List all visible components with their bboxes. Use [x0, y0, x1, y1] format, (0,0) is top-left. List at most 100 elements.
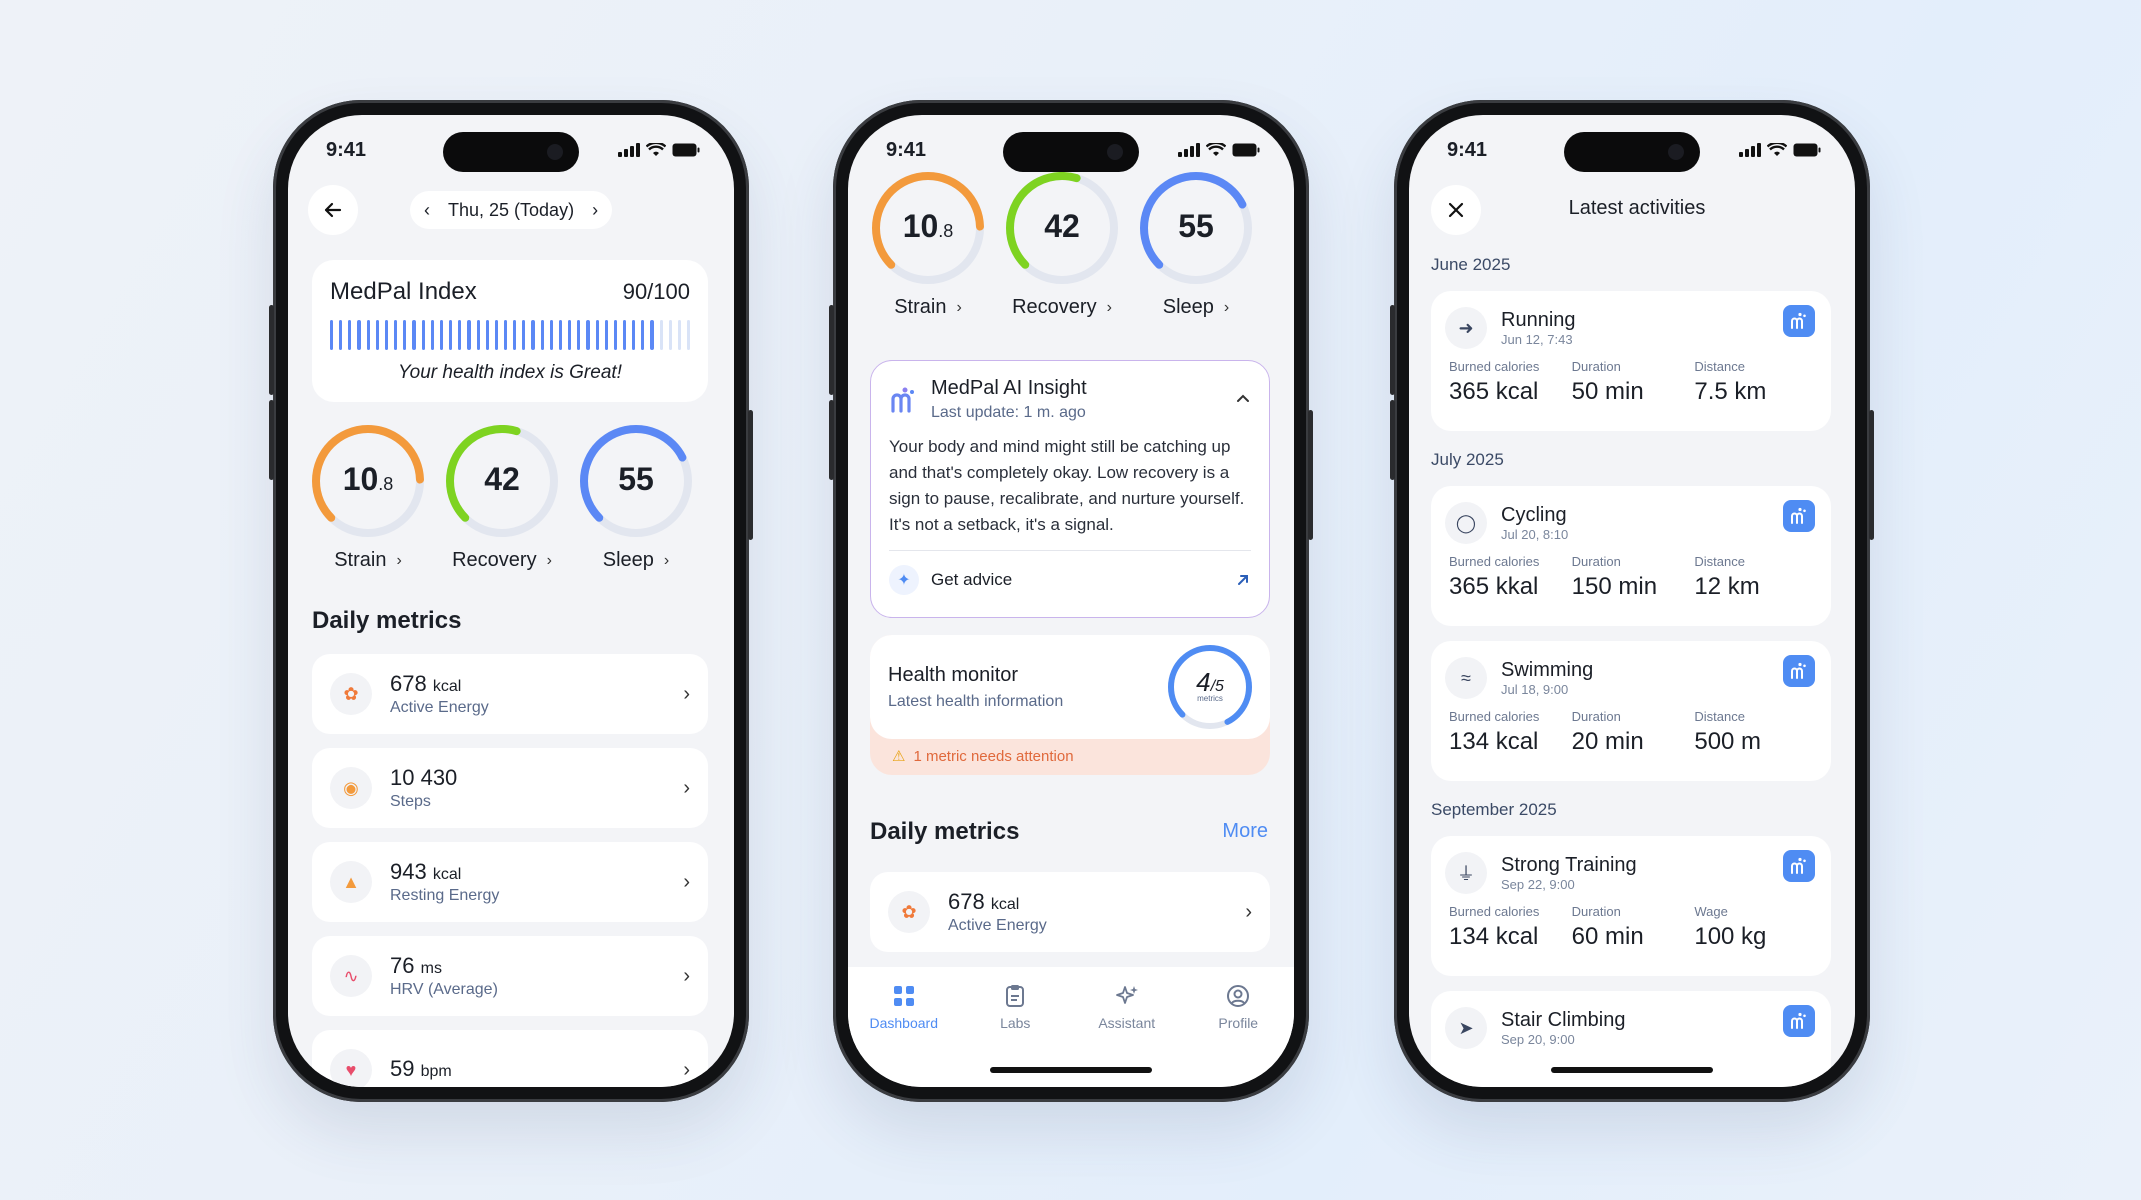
- activity-card-swimming[interactable]: ≈ Swimming Jul 18, 9:00 Burned calories 134 …: [1431, 641, 1831, 781]
- heart-icon: ♥: [330, 1049, 372, 1087]
- index-bar-segment: [595, 320, 599, 350]
- chevron-left-icon[interactable]: ‹: [424, 200, 430, 221]
- stat-value: 12 km: [1694, 573, 1760, 600]
- ring-value-main: 42: [1044, 208, 1080, 244]
- get-advice-label[interactable]: Get advice: [931, 570, 1235, 590]
- metric-unit: ms: [420, 960, 442, 977]
- ring-strain-gauge: 10.8: [872, 172, 984, 284]
- ring-sleep[interactable]: 55 Sleep ›: [580, 425, 692, 572]
- activity-name: Strong Training: [1501, 854, 1637, 876]
- activity-date: Jun 12, 7:43: [1501, 332, 1573, 347]
- medpal-badge-icon: [1783, 655, 1815, 687]
- metric-card-hrv-average[interactable]: ∿ 76 ms HRV (Average) ›: [312, 936, 708, 1016]
- status-bar: 9:41: [848, 133, 1294, 167]
- activity-stat: Wage 100 kg: [1694, 904, 1817, 951]
- index-bar-segment: [677, 320, 682, 350]
- ring-recovery-gauge: 42: [446, 425, 558, 537]
- index-bar-segment: [632, 320, 636, 350]
- stat-value: 20 min: [1571, 728, 1644, 755]
- ring-label: Strain: [894, 296, 947, 318]
- stat-label: Duration: [1571, 359, 1621, 374]
- battery-icon: [672, 143, 700, 157]
- ai-insight-card: MedPal AI Insight Last update: 1 m. ago …: [870, 360, 1270, 618]
- medpal-index-card[interactable]: MedPal Index 90/100 Your health index is…: [312, 260, 708, 402]
- metric-value: 59: [390, 1056, 415, 1081]
- chevron-right-icon: ›: [1245, 900, 1252, 923]
- index-title: MedPal Index: [330, 278, 477, 305]
- heartbeat-icon: ∿: [330, 955, 372, 997]
- ring-recovery[interactable]: 42 Recovery ›: [1006, 172, 1118, 319]
- ring-sleep[interactable]: 55 Sleep ›: [1140, 172, 1252, 319]
- activity-stat: Burned calories 134 kcal: [1449, 904, 1572, 951]
- date-selector: ‹ Thu, 25 (Today) ›: [410, 191, 613, 229]
- medpal-badge-icon: [1783, 500, 1815, 532]
- metric-card-resting-energy[interactable]: ▲ 943 kcal Resting Energy ›: [312, 842, 708, 922]
- chevron-right-icon: ›: [1106, 298, 1112, 316]
- status-time: 9:41: [886, 138, 927, 161]
- activity-name: Swimming: [1501, 659, 1594, 681]
- metric-label: Active Energy: [390, 699, 489, 716]
- activity-card-strong-training[interactable]: ⏚ Strong Training Sep 22, 9:00 Burned calor…: [1431, 836, 1831, 976]
- stat-label: Distance: [1694, 709, 1745, 724]
- metric-card-steps[interactable]: ◉ 10 430 Steps ›: [312, 748, 708, 828]
- metric-card-active-energy[interactable]: ✿ 678 kcal Active Energy ›: [312, 654, 708, 734]
- sparkle-icon: [1077, 983, 1177, 1009]
- back-button[interactable]: [308, 185, 358, 235]
- date-label[interactable]: Thu, 25 (Today): [448, 200, 574, 221]
- index-bar-segment: [330, 320, 334, 350]
- index-bar-segment: [604, 320, 608, 350]
- tab-profile[interactable]: Profile: [1188, 983, 1288, 1087]
- ring-value-decimal: .8: [938, 221, 954, 241]
- medpal-logo-icon: [891, 387, 914, 413]
- ring-strain[interactable]: 10.8 Strain ›: [312, 425, 424, 572]
- ring-label: Recovery: [452, 549, 537, 571]
- activity-stat: Distance 12 km: [1694, 554, 1817, 601]
- health-monitor-card[interactable]: Health monitor Latest health information…: [870, 635, 1270, 775]
- metric-value: 678: [390, 671, 427, 696]
- index-bar-segment: [458, 320, 462, 350]
- battery-icon: [1793, 143, 1821, 157]
- metric-card-heart-rate[interactable]: ♥ 59 bpm ›: [312, 1030, 708, 1087]
- index-bar-segment: [403, 320, 407, 350]
- activity-card-cycling[interactable]: ◯ Cycling Jul 20, 8:10 Burned calories 365 k…: [1431, 486, 1831, 626]
- index-bar-segment: [549, 320, 553, 350]
- index-bar-segment: [623, 320, 627, 350]
- activity-stat: Duration 50 min: [1572, 359, 1695, 406]
- chevron-right-icon: ›: [396, 551, 402, 569]
- metric-label: Active Energy: [948, 917, 1047, 934]
- index-bar-segment: [412, 320, 416, 350]
- chevron-right-icon: ›: [956, 298, 962, 316]
- stairs-icon: ➤: [1445, 1007, 1487, 1049]
- insight-subtitle: Last update: 1 m. ago: [931, 404, 1086, 421]
- get-advice-row[interactable]: ✦ Get advice: [889, 550, 1251, 595]
- flame-run-icon: ✿: [330, 673, 372, 715]
- index-bar-segment: [522, 320, 526, 350]
- stat-label: Duration: [1571, 554, 1621, 569]
- metric-card-active-energy[interactable]: ✿ 678 kcal Active Energy ›: [870, 872, 1270, 952]
- ring-value: 55: [1140, 208, 1252, 245]
- activity-stat: Burned calories 365 kcal: [1449, 359, 1572, 406]
- stat-label: Distance: [1694, 359, 1745, 374]
- metric-unit: kcal: [432, 866, 462, 883]
- index-bar-segment: [449, 320, 453, 350]
- tab-dashboard[interactable]: Dashboard: [854, 983, 954, 1087]
- more-link[interactable]: More: [1222, 820, 1268, 843]
- chevron-right-icon: ›: [683, 870, 690, 893]
- ring-value-main: 10: [902, 208, 939, 244]
- wifi-icon: [1206, 143, 1226, 156]
- metric-value: 678: [948, 889, 985, 914]
- chevron-right-icon: ›: [663, 551, 670, 569]
- chevron-right-icon[interactable]: ›: [592, 200, 598, 221]
- month-header: July 2025: [1431, 450, 1504, 469]
- index-bar-segment: [586, 320, 590, 350]
- chevron-right-icon: ›: [683, 1058, 690, 1081]
- chevron-up-icon[interactable]: [1235, 391, 1251, 407]
- ring-recovery[interactable]: 42 Recovery ›: [446, 425, 558, 572]
- wifi-icon: [1767, 143, 1787, 156]
- stat-value: 134 kcal: [1449, 923, 1539, 950]
- activity-card-running[interactable]: ➜ Running Jun 12, 7:43 Burned calories 365 k…: [1431, 291, 1831, 431]
- ring-strain[interactable]: 10.8 Strain ›: [872, 172, 984, 319]
- flame-icon: ▲: [330, 861, 372, 903]
- metric-unit: kcal: [990, 896, 1020, 913]
- monitor-unit: metrics: [1197, 694, 1223, 703]
